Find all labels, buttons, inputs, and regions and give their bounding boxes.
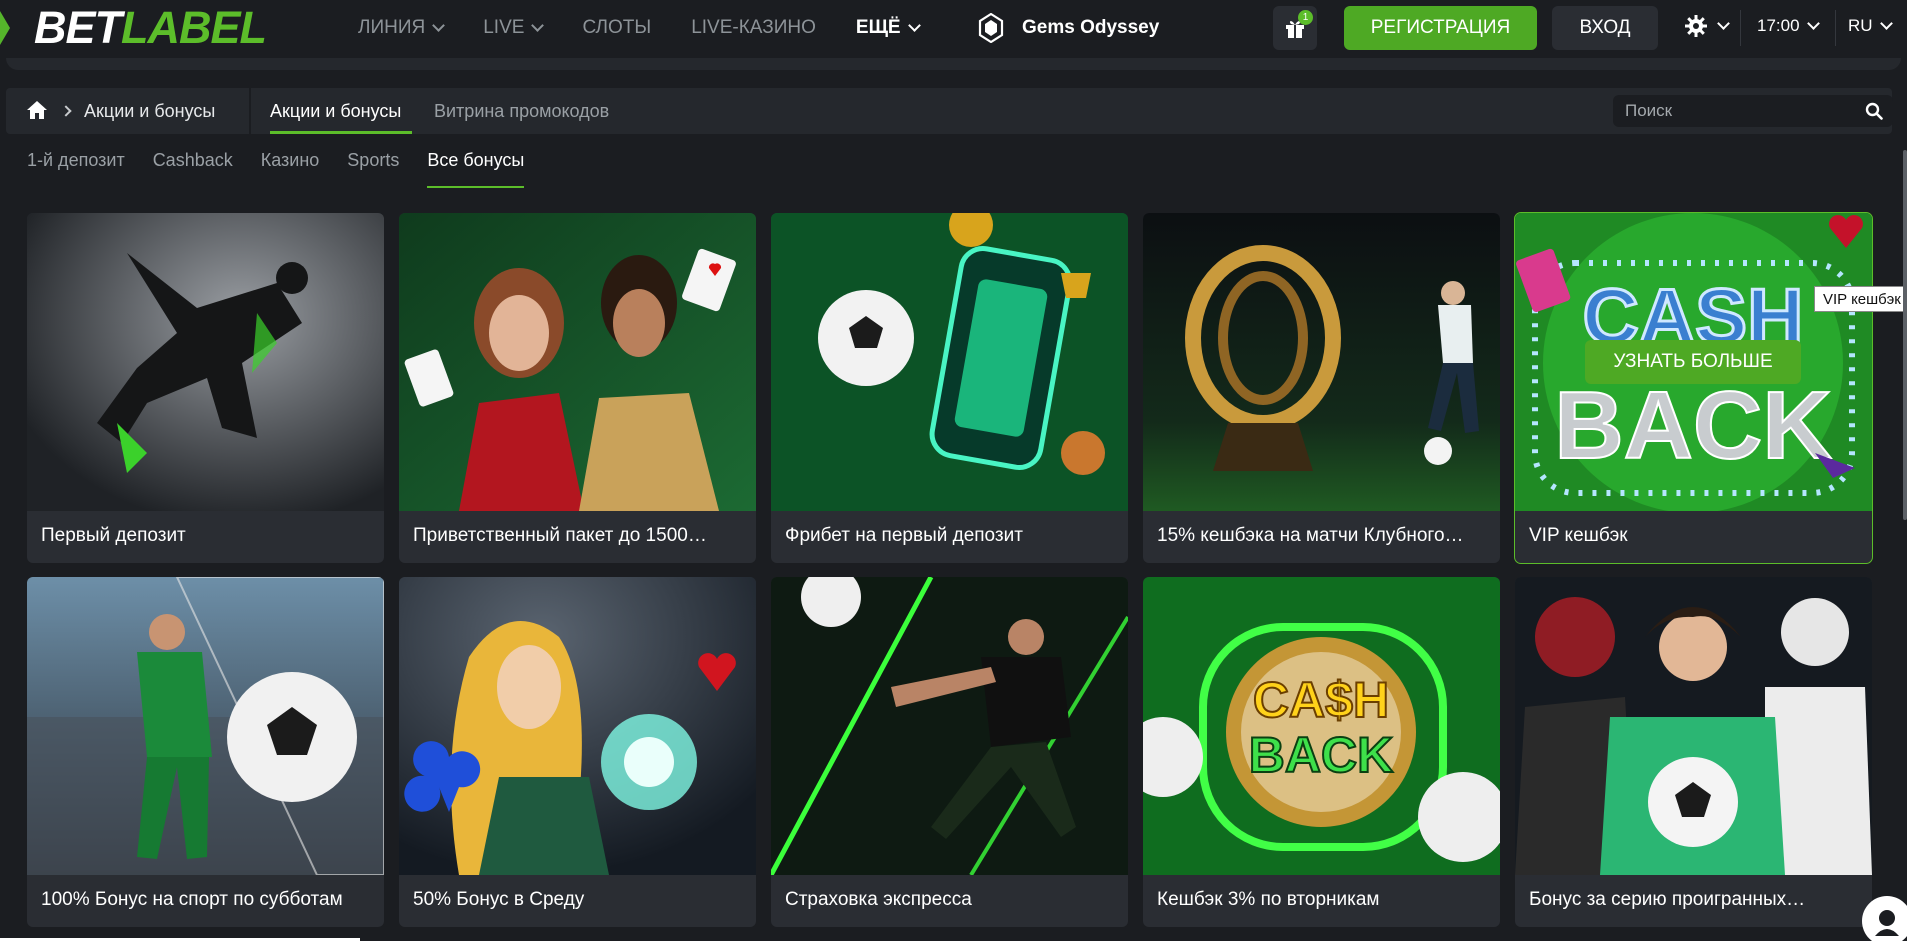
gift-count-badge: 1 (1298, 10, 1313, 25)
chevron-down-icon (432, 19, 446, 32)
time-dropdown[interactable]: 17:00 (1757, 16, 1820, 36)
bonus-card-tuesday-cashback[interactable]: CA$H BACK Кешбэк 3% по вторникам (1143, 577, 1500, 927)
card-title: Первый депозит (41, 525, 186, 546)
category-tabs: 1-й депозит Cashback Казино Sports Все б… (27, 150, 552, 190)
tab-casino[interactable]: Казино (261, 150, 320, 190)
card-title: Страховка экспресса (785, 889, 972, 910)
card-title: Кешбэк 3% по вторникам (1157, 889, 1380, 910)
chevron-down-icon (907, 19, 921, 32)
bonus-card-saturday-sport[interactable]: 100% Бонус на спорт по субботам (27, 577, 384, 927)
card-image (1515, 577, 1872, 875)
card-title: VIP кешбэк (1529, 525, 1628, 546)
card-image (399, 213, 756, 511)
tab-promotions[interactable]: Акции и бонусы (270, 101, 401, 122)
top-header: BETLABEL ЛИНИЯ LIVE СЛОТЫ LIVE-КАЗИНО ЕЩ… (0, 0, 1907, 56)
home-icon[interactable] (26, 99, 48, 121)
nav-item-line[interactable]: ЛИНИЯ (358, 17, 446, 39)
bonus-card-express-insurance[interactable]: Страховка экспресса (771, 577, 1128, 927)
bonus-card-losing-streak[interactable]: Бонус за серию проигранных… (1515, 577, 1872, 927)
tab-all-bonuses[interactable]: Все бонусы (427, 150, 525, 190)
nav-item-slots[interactable]: СЛОТЫ (582, 17, 651, 39)
nav-item-label: ЛИНИЯ (358, 17, 426, 38)
tab-sports[interactable]: Sports (347, 150, 399, 190)
nav-item-live[interactable]: LIVE (483, 17, 545, 39)
gear-icon (1685, 15, 1707, 37)
tab-cashback[interactable]: Cashback (153, 150, 233, 190)
card-title: Фрибет на первый депозит (785, 525, 1023, 546)
logo-chevron-icon (0, 11, 10, 45)
header-bottom-panel (6, 58, 1901, 70)
site-logo[interactable]: BETLABEL (34, 2, 267, 53)
chevron-right-icon (60, 105, 72, 117)
time-label: 17:00 (1757, 16, 1800, 35)
card-title-tooltip: VIP кешбэк (1814, 286, 1907, 312)
chevron-down-icon (1717, 17, 1730, 30)
bonus-card-vip-cashback[interactable]: CASH BACK УЗНАТЬ БОЛЬШЕ VIP кешбэк (1514, 212, 1873, 564)
nav-item-label: ЕЩЁ (855, 17, 901, 38)
language-dropdown[interactable]: RU (1848, 16, 1893, 36)
tab-first-deposit[interactable]: 1-й депозит (27, 150, 125, 190)
svg-text:CA$H: CA$H (1253, 672, 1389, 728)
search-icon[interactable] (1865, 102, 1883, 120)
nav-item-label: СЛОТЫ (582, 17, 652, 38)
settings-dropdown[interactable] (1684, 14, 1730, 38)
card-title: 50% Бонус в Среду (413, 889, 585, 910)
card-image: CA$H BACK (1143, 577, 1500, 875)
support-agent-icon (1875, 910, 1899, 936)
card-title: Бонус за серию проигранных… (1529, 889, 1806, 910)
card-title: Приветственный пакет до 1500… (413, 525, 707, 546)
bonus-card-first-deposit[interactable]: Первый депозит (27, 213, 384, 563)
card-image (399, 577, 756, 875)
gem-icon (978, 12, 1004, 44)
nav-item-label: LIVE (483, 17, 525, 38)
svg-text:BACK: BACK (1554, 372, 1831, 479)
card-image (771, 577, 1128, 875)
svg-text:BACK: BACK (1249, 727, 1393, 783)
card-image (27, 577, 384, 875)
breadcrumb-divider (249, 88, 251, 134)
card-title: 15% кешбэка на матчи Клубного… (1157, 525, 1464, 546)
card-image (771, 213, 1128, 511)
bonus-card-club-cashback[interactable]: 15% кешбэка на матчи Клубного… (1143, 213, 1500, 563)
breadcrumb-current[interactable]: Акции и бонусы (84, 101, 215, 122)
logo-bet-text: BET (34, 2, 122, 53)
chevron-down-icon (531, 19, 545, 32)
card-image (27, 213, 384, 511)
breadcrumb-bar: Акции и бонусы Акции и бонусы Витрина пр… (6, 88, 1893, 134)
learn-more-button[interactable]: УЗНАТЬ БОЛЬШЕ (1585, 340, 1801, 384)
search-input[interactable] (1613, 101, 1843, 121)
search-box (1613, 95, 1893, 127)
bonus-card-welcome-pack[interactable]: Приветственный пакет до 1500… (399, 213, 756, 563)
promo-game-label: Gems Odyssey (1022, 17, 1160, 38)
active-tab-indicator (270, 131, 412, 134)
chevron-down-icon (1879, 17, 1893, 30)
header-divider (1740, 10, 1741, 46)
language-label: RU (1848, 16, 1873, 35)
header-divider (1835, 10, 1836, 46)
nav-item-label: LIVE-КАЗИНО (691, 17, 816, 38)
support-chat-button[interactable] (1862, 896, 1907, 941)
nav-item-more[interactable]: ЕЩЁ (855, 17, 921, 39)
register-button[interactable]: РЕГИСТРАЦИЯ (1344, 6, 1537, 50)
nav-item-live-casino[interactable]: LIVE-КАЗИНО (691, 17, 816, 39)
login-button[interactable]: ВХОД (1552, 6, 1658, 50)
card-title: 100% Бонус на спорт по субботам (41, 889, 343, 910)
main-nav: ЛИНИЯ LIVE СЛОТЫ LIVE-КАЗИНО ЕЩЁ (358, 0, 959, 56)
card-image (1143, 213, 1500, 511)
logo-label-text: LABEL (121, 2, 267, 53)
tab-promo-showcase[interactable]: Витрина промокодов (434, 101, 609, 122)
page-scrollbar[interactable] (1903, 150, 1907, 520)
gift-button[interactable]: 1 (1273, 6, 1317, 50)
promo-game-link[interactable]: Gems Odyssey (978, 0, 1159, 56)
bonus-card-wednesday[interactable]: 50% Бонус в Среду (399, 577, 756, 927)
bonus-card-freebet[interactable]: Фрибет на первый депозит (771, 213, 1128, 563)
chevron-down-icon (1806, 17, 1820, 30)
